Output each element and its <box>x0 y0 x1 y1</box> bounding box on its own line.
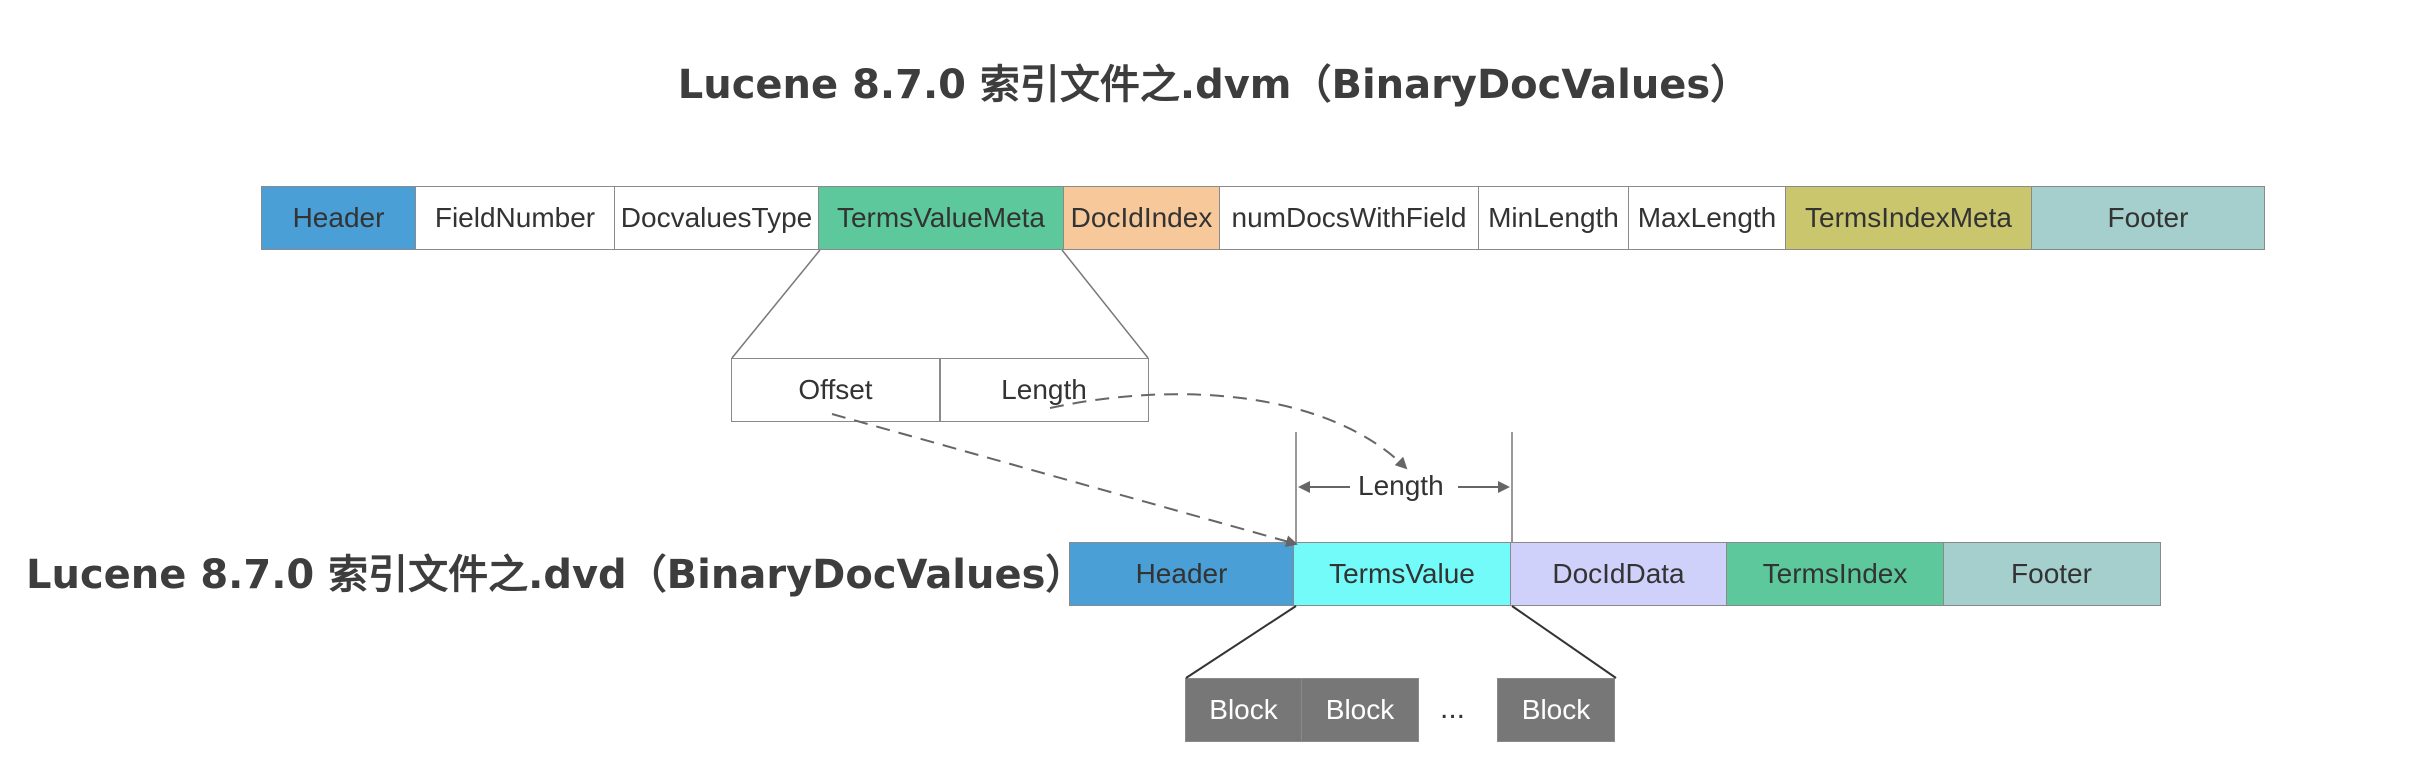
length-ref-arrow <box>1049 393 1408 470</box>
offset-ref-arrow <box>831 413 1298 548</box>
expand-line-right <box>1061 249 1149 359</box>
length-dimension-label: Length <box>1358 470 1444 501</box>
connector-lines <box>731 249 1617 679</box>
expand-line-left <box>731 249 821 359</box>
blocks-line-left <box>1185 605 1297 679</box>
blocks-line-right <box>1511 605 1617 679</box>
